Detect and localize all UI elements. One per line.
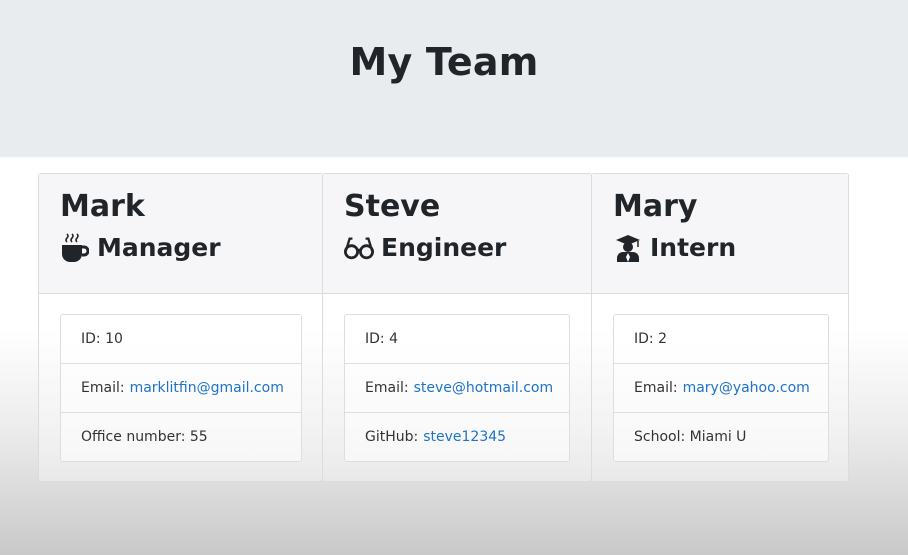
employee-role: Engineer <box>344 232 591 264</box>
role-label: Intern <box>650 233 737 262</box>
github-link[interactable]: steve12345 <box>423 429 506 445</box>
email-link[interactable]: mary@yahoo.com <box>683 380 810 396</box>
email-link[interactable]: steve@hotmail.com <box>414 380 554 396</box>
list-item-id: ID: 2 <box>614 315 828 364</box>
list-item-email: Email: marklitfin@gmail.com <box>61 364 301 413</box>
email-link[interactable]: marklitfin@gmail.com <box>130 380 284 396</box>
glasses-icon <box>344 233 374 263</box>
id-text: ID: 4 <box>365 331 398 347</box>
id-text: ID: 10 <box>81 331 123 347</box>
employee-role: Intern <box>613 232 848 264</box>
list-item-office-number: Office number: 55 <box>61 413 301 461</box>
card-header: Steve Engineer <box>323 174 591 294</box>
employee-name: Mary <box>613 189 698 224</box>
role-label: Engineer <box>381 233 507 262</box>
email-label: Email: <box>365 380 409 396</box>
employee-name: Steve <box>344 189 441 224</box>
card-header: Mary Intern <box>592 174 848 294</box>
page-header: My Team <box>0 0 908 157</box>
list-item-school: School: Miami U <box>614 413 828 461</box>
list-item-id: ID: 10 <box>61 315 301 364</box>
employee-name: Mark <box>60 189 145 224</box>
employee-card-intern: Mary Intern ID: 2 Email: mary@yahoo.com … <box>591 173 849 482</box>
employee-card-manager: Mark Manager ID: 10 Email: marklitfin@gm… <box>38 173 323 482</box>
id-text: ID: 2 <box>634 331 667 347</box>
graduate-icon <box>613 233 643 263</box>
office-number-text: Office number: 55 <box>81 429 208 445</box>
email-label: Email: <box>634 380 678 396</box>
list-item-id: ID: 4 <box>345 315 569 364</box>
github-label: GitHub: <box>365 429 419 445</box>
card-header: Mark Manager <box>39 174 322 294</box>
list-item-email: Email: mary@yahoo.com <box>614 364 828 413</box>
list-item-github: GitHub: steve12345 <box>345 413 569 461</box>
info-list: ID: 10 Email: marklitfin@gmail.com Offic… <box>60 314 302 462</box>
info-list: ID: 4 Email: steve@hotmail.com GitHub: s… <box>344 314 570 462</box>
coffee-icon <box>60 233 90 263</box>
list-item-email: Email: steve@hotmail.com <box>345 364 569 413</box>
email-label: Email: <box>81 380 125 396</box>
employee-card-engineer: Steve Engineer ID: 4 Email: steve@hotmai… <box>322 173 592 482</box>
info-list: ID: 2 Email: mary@yahoo.com School: Miam… <box>613 314 829 462</box>
role-label: Manager <box>97 233 221 262</box>
school-text: School: Miami U <box>634 429 747 445</box>
page-title: My Team <box>349 40 539 84</box>
employee-role: Manager <box>60 232 322 264</box>
